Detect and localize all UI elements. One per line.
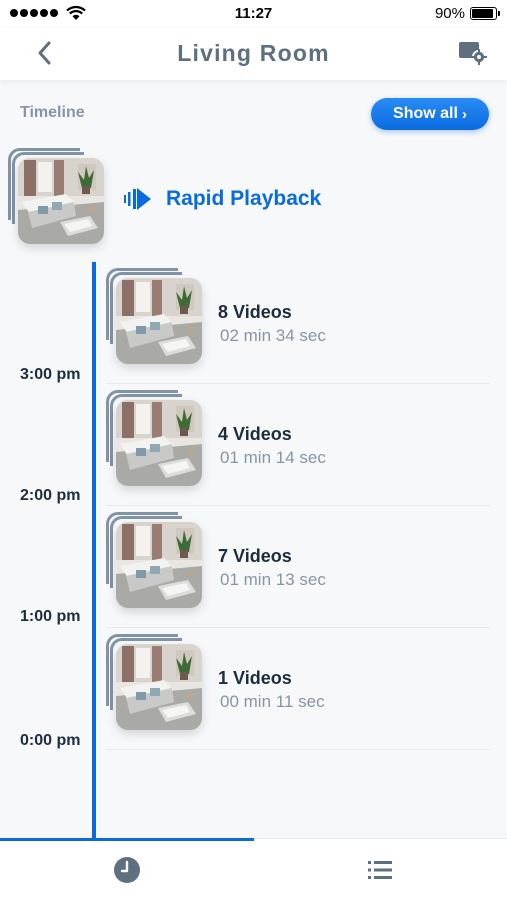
- list-icon: [368, 861, 392, 879]
- camera-settings-icon[interactable]: [457, 38, 489, 68]
- nav-bar: Living Room: [0, 28, 507, 80]
- event-thumbnail: [106, 390, 206, 490]
- video-duration: 00 min 11 sec: [220, 692, 325, 711]
- timeline-event-row[interactable]: 4 Videos 01 min 14 sec: [106, 384, 490, 506]
- time-label: 2:00 pm: [20, 487, 81, 504]
- video-duration: 01 min 14 sec: [220, 448, 326, 467]
- timeline-event-row[interactable]: 8 Videos 02 min 34 sec: [106, 262, 490, 384]
- active-tab-indicator: [0, 838, 254, 841]
- clock-icon: [114, 857, 140, 883]
- event-thumbnail: [106, 512, 206, 612]
- tab-timeline[interactable]: [107, 853, 147, 887]
- timeline-heading: Timeline: [20, 104, 85, 121]
- event-thumbnail: [106, 268, 206, 368]
- video-duration: 01 min 13 sec: [220, 570, 326, 589]
- video-count: 4 Videos: [218, 424, 292, 444]
- rapid-playback-button[interactable]: Rapid Playback: [124, 186, 321, 212]
- room-thumbnail: [116, 400, 202, 486]
- video-count: 1 Videos: [218, 668, 292, 688]
- rapid-playback-label: Rapid Playback: [166, 187, 322, 210]
- video-duration: 02 min 34 sec: [220, 326, 326, 345]
- time-label: 3:00 pm: [20, 366, 81, 383]
- room-thumbnail: [116, 522, 202, 608]
- battery-icon: [470, 7, 500, 20]
- show-all-label: Show all: [393, 105, 458, 122]
- battery-percent: 90%: [434, 5, 465, 22]
- page-title: Living Room: [177, 40, 330, 66]
- room-thumbnail: [116, 644, 202, 730]
- time-label: 0:00 pm: [20, 732, 81, 749]
- video-count: 8 Videos: [218, 302, 292, 322]
- timeline-axis: [92, 262, 96, 840]
- rapid-playback-thumbnail[interactable]: [8, 148, 108, 248]
- event-thumbnail: [106, 634, 206, 734]
- time-label: 1:00 pm: [20, 608, 81, 625]
- timeline-event-row[interactable]: 7 Videos 01 min 13 sec: [106, 506, 490, 628]
- timeline-event-row[interactable]: 1 Videos 00 min 11 sec: [106, 628, 490, 750]
- fast-play-icon: [124, 188, 151, 210]
- video-count: 7 Videos: [218, 546, 292, 566]
- chevron-right-icon: ›: [461, 105, 467, 123]
- show-all-button[interactable]: Show all ›: [371, 98, 489, 130]
- clock-time: 11:27: [234, 5, 273, 22]
- tab-list[interactable]: [360, 853, 400, 887]
- room-thumbnail: [18, 158, 104, 244]
- room-thumbnail: [116, 278, 202, 364]
- tab-bar: [0, 838, 507, 900]
- status-bar: 11:27 90%: [0, 0, 507, 28]
